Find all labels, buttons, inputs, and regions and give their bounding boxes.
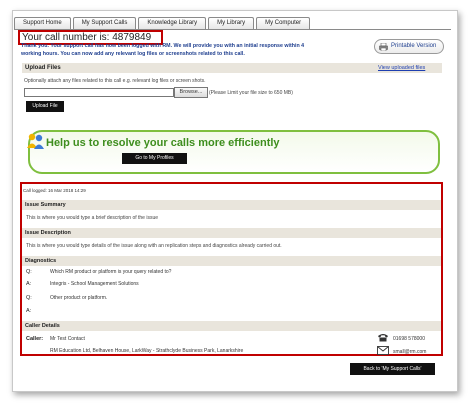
view-uploaded-files-link[interactable]: View uploaded files [378, 63, 425, 73]
caller-name: Mr Test Contact [50, 336, 85, 342]
caller-address: RM Education Ltd, Belhaven House, LarkWa… [50, 348, 244, 354]
diagnostics-q1-label: Q: [26, 269, 32, 275]
file-path-input[interactable] [24, 88, 174, 97]
call-logged-date: Call logged: 16 Mar 2018 14:29 [23, 188, 86, 193]
tab-my-support-calls[interactable]: My Support Calls [72, 17, 137, 29]
printable-version-label: Printable Version [391, 43, 437, 49]
tab-knowledge-library[interactable]: Knowledge Library [138, 17, 207, 29]
caller-email[interactable]: small@rm.com [393, 349, 426, 355]
diagnostics-q2-label: Q: [26, 295, 32, 301]
confirmation-line-2: working hours. You can now add any relev… [21, 50, 245, 57]
caller-phone: 01698 578000 [393, 336, 425, 342]
attach-instructions: Optionally attach any files related to t… [24, 78, 206, 84]
diagnostics-a1-label: A: [26, 281, 32, 287]
caller-label: Caller: [26, 336, 44, 342]
diagnostics-a2-label: A: [26, 308, 32, 314]
diagnostics-heading: Diagnostics [22, 256, 441, 266]
confirmation-message: Thank you. Your support call has now bee… [21, 43, 371, 58]
go-to-my-profiles-button[interactable]: Go to My Profiles [122, 153, 187, 164]
printable-version-button[interactable]: Printable Version [374, 39, 444, 54]
people-icon [27, 133, 44, 149]
caller-details-heading: Caller Details [22, 321, 441, 331]
issue-summary-text: This is where you would type a brief des… [26, 215, 159, 221]
tab-my-library[interactable]: My Library [208, 17, 255, 29]
upload-file-button[interactable]: Upload File [26, 101, 64, 112]
browse-button[interactable]: Browse... [174, 87, 208, 98]
phone-icon [378, 334, 388, 342]
issue-description-heading: Issue Description [22, 228, 441, 238]
printer-icon [379, 43, 388, 51]
nav-tabs: Support Home My Support Calls Knowledge … [14, 17, 311, 29]
file-size-limit-note: (Please Limit your file size to 650 MB) [209, 90, 293, 96]
help-banner-title: Help us to resolve your calls more effic… [46, 137, 280, 149]
back-to-my-support-calls-button[interactable]: Back to 'My Support Calls' [350, 363, 435, 375]
diagnostics-q2-text: Other product or platform. [50, 295, 108, 301]
mail-icon [377, 346, 389, 355]
issue-summary-heading: Issue Summary [22, 200, 441, 210]
issue-description-text: This is where you would type details of … [26, 243, 282, 249]
tab-my-computer[interactable]: My Computer [256, 17, 311, 29]
diagnostics-a1-text: Integris - School Management Solutions [50, 281, 139, 287]
diagnostics-q1-text: Which RM product or platform is your que… [50, 269, 172, 275]
tab-support-home[interactable]: Support Home [14, 17, 71, 29]
confirmation-line-1: Thank you. Your support call has now bee… [21, 43, 305, 49]
